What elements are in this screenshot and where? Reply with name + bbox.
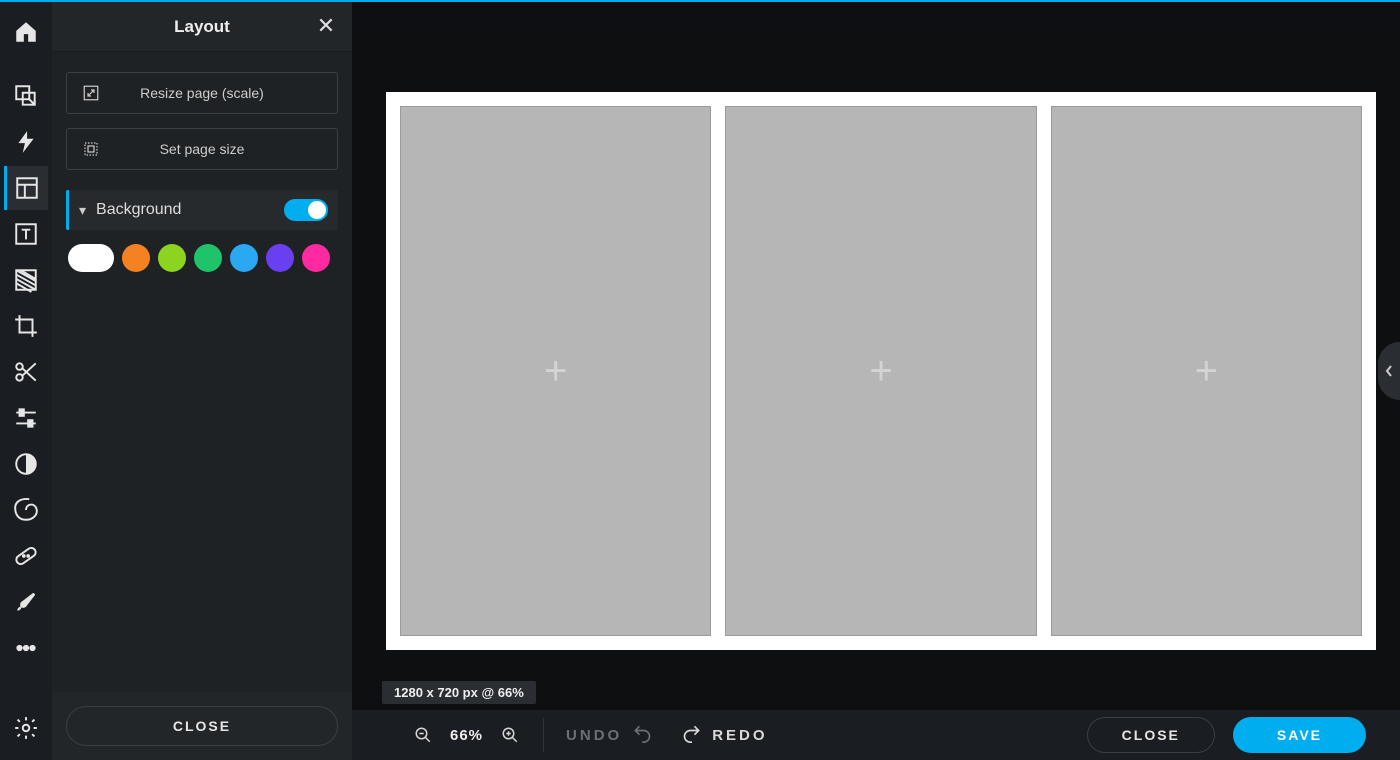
- footer-close-button[interactable]: CLOSE: [1087, 717, 1215, 753]
- undo-icon: [632, 723, 652, 747]
- background-section[interactable]: ▾ Background: [66, 190, 338, 230]
- redo-icon: [682, 723, 702, 747]
- resize-page-label: Resize page (scale): [140, 85, 264, 101]
- panel-header: Layout ✕: [52, 2, 352, 52]
- text-icon[interactable]: [4, 212, 48, 256]
- divider: [543, 718, 544, 752]
- canvas-dimensions-label: 1280 x 720 px @ 66%: [382, 681, 536, 704]
- undo-button[interactable]: UNDO: [566, 723, 652, 747]
- save-button[interactable]: SAVE: [1233, 717, 1366, 753]
- bottom-bar: 66% UNDO REDO: [352, 710, 1400, 760]
- resize-icon: [81, 83, 101, 103]
- flash-icon[interactable]: [4, 120, 48, 164]
- plus-icon: +: [1195, 351, 1218, 391]
- close-icon[interactable]: ✕: [314, 14, 338, 38]
- canvas-placeholder[interactable]: +: [725, 106, 1036, 636]
- swatch-green[interactable]: [194, 244, 222, 272]
- layout-icon[interactable]: [4, 166, 48, 210]
- cut-icon[interactable]: [4, 350, 48, 394]
- zoom-in-button[interactable]: [499, 724, 521, 746]
- resize-page-button[interactable]: Resize page (scale): [66, 72, 338, 114]
- swatch-orange[interactable]: [122, 244, 150, 272]
- home-icon[interactable]: [4, 10, 48, 54]
- page-size-icon: [81, 139, 101, 159]
- redo-label: REDO: [712, 727, 767, 744]
- spiral-icon[interactable]: [4, 488, 48, 532]
- pattern-icon[interactable]: [4, 258, 48, 302]
- swatch-purple[interactable]: [266, 244, 294, 272]
- redo-button[interactable]: REDO: [682, 723, 767, 747]
- swatch-blue[interactable]: [230, 244, 258, 272]
- canvas-placeholder[interactable]: +: [400, 106, 711, 636]
- settings-icon[interactable]: [4, 706, 48, 750]
- crop-icon[interactable]: [4, 304, 48, 348]
- swatch-lime[interactable]: [158, 244, 186, 272]
- swatch-white[interactable]: [68, 244, 114, 272]
- arrange-icon[interactable]: [4, 74, 48, 118]
- stage: + + + 1280 x 720 px @ 66% 66%: [352, 2, 1400, 760]
- plus-icon: +: [544, 351, 567, 391]
- tool-strip: [0, 2, 52, 760]
- brush-icon[interactable]: [4, 580, 48, 624]
- canvas-placeholder[interactable]: +: [1051, 106, 1362, 636]
- swatch-pink[interactable]: [302, 244, 330, 272]
- undo-label: UNDO: [566, 727, 622, 744]
- contrast-icon[interactable]: [4, 442, 48, 486]
- layout-panel: Layout ✕ Resize page (scale) Set page si…: [52, 2, 352, 760]
- background-toggle[interactable]: [284, 199, 328, 221]
- canvas: + + +: [386, 92, 1376, 650]
- panel-title: Layout: [174, 17, 230, 37]
- more-icon[interactable]: [4, 626, 48, 670]
- zoom-value: 66%: [450, 727, 483, 744]
- set-page-size-label: Set page size: [160, 141, 245, 157]
- zoom-controls: 66%: [412, 724, 521, 746]
- background-label: Background: [96, 201, 284, 219]
- sliders-icon[interactable]: [4, 396, 48, 440]
- plus-icon: +: [869, 351, 892, 391]
- set-page-size-button[interactable]: Set page size: [66, 128, 338, 170]
- panel-close-button[interactable]: CLOSE: [66, 706, 338, 746]
- bandaid-icon[interactable]: [4, 534, 48, 578]
- color-swatches: [66, 244, 338, 272]
- chevron-down-icon: ▾: [79, 202, 86, 219]
- right-drawer-handle[interactable]: [1378, 342, 1400, 400]
- zoom-out-button[interactable]: [412, 724, 434, 746]
